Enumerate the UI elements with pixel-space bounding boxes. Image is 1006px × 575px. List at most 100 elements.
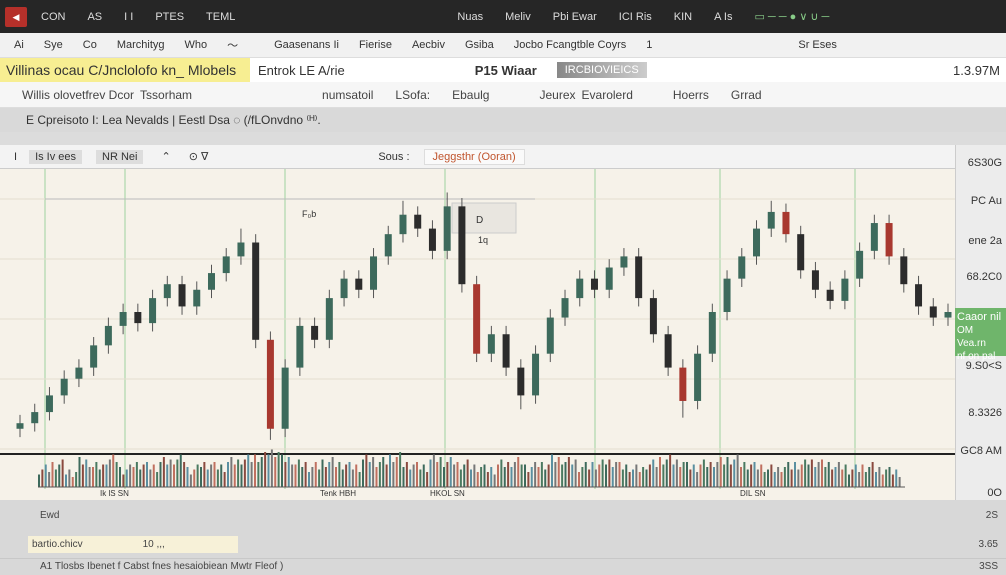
volume-bar	[412, 464, 415, 487]
panel-value: 3.65	[978, 538, 998, 550]
top-item[interactable]: ICI Ris	[619, 11, 652, 23]
top-item[interactable]: AS	[87, 11, 102, 23]
panel-value: 3SS	[979, 561, 998, 572]
volume-bar	[335, 467, 337, 487]
menu-item[interactable]: Gaasenans Ii	[274, 39, 339, 51]
volume-bar	[426, 472, 429, 487]
symbol-field[interactable]: Is Iv ees	[29, 149, 83, 164]
volume-bar	[743, 462, 746, 487]
volume-bar	[125, 469, 128, 487]
price-chart[interactable]: F₀b D 1q Ik lS SN Tenk HBH HKOL SN DIL S…	[0, 169, 955, 500]
volume-bar	[696, 472, 699, 487]
volume-bar	[443, 467, 445, 487]
app-logo-icon[interactable]: ◀	[5, 6, 27, 27]
top-item[interactable]: KIN	[674, 11, 692, 23]
settings-icon[interactable]: ⊙ ∇	[189, 150, 209, 163]
tool-item[interactable]: Grrad	[731, 88, 762, 102]
volume-bar	[449, 457, 452, 487]
volume-bar	[345, 464, 348, 487]
tool-item[interactable]: Willis olovetfrev Dcor	[22, 88, 134, 102]
candle-body	[370, 256, 378, 290]
menu-item[interactable]: Ai	[14, 39, 24, 51]
tool-item[interactable]: Evarolerd	[582, 88, 633, 102]
menu-item[interactable]: Gsiba	[465, 39, 494, 51]
volume-bar	[318, 469, 321, 487]
info-banner: Villinas ocau C/Jnclolofo kn_ Mlobels En…	[0, 58, 1006, 82]
top-item[interactable]: Pbi Ewar	[553, 11, 597, 23]
volume-bar	[493, 474, 496, 487]
menu-item[interactable]: 1	[646, 39, 652, 51]
top-item[interactable]: PTES	[155, 11, 184, 23]
volume-bar	[61, 459, 64, 487]
volume-bar	[591, 462, 594, 487]
volume-bar	[243, 459, 246, 487]
top-item[interactable]: I I	[124, 11, 133, 23]
volume-bar	[459, 469, 462, 487]
volume-bar	[378, 462, 381, 487]
price-label: ene 2a	[968, 235, 1002, 247]
wave-icon[interactable]: 〜	[227, 37, 238, 53]
volume-bar	[875, 472, 877, 487]
tool-item[interactable]: numsatoil	[322, 88, 373, 102]
menu-item[interactable]: Co	[83, 39, 97, 51]
timeframe-field[interactable]: NR Nei	[96, 149, 144, 164]
volume-bar	[402, 467, 405, 487]
volume-bar	[281, 454, 283, 487]
volume-bar	[723, 464, 726, 487]
panel-label: Ewd	[40, 509, 60, 521]
volume-bar	[800, 464, 803, 487]
tool-item[interactable]: Jeurex	[539, 88, 575, 102]
volume-bar	[355, 464, 358, 487]
volume-bar	[129, 464, 132, 487]
candle-body	[900, 256, 908, 285]
candle-body	[620, 256, 628, 268]
volume-bar	[486, 472, 489, 487]
menu-item[interactable]: Jocbo Fcangtble Coyrs	[514, 39, 627, 51]
volume-bar	[753, 462, 756, 487]
tool-item[interactable]: Hoerrs	[673, 88, 709, 102]
indicator-search-input[interactable]: Jeggsthr (Ooran)	[423, 148, 525, 165]
volume-bar	[773, 472, 776, 487]
menu-item[interactable]: Who	[185, 39, 208, 51]
top-item[interactable]: Meliv	[505, 11, 531, 23]
chart-annotation: 1q	[478, 235, 489, 245]
top-item[interactable]: A Is	[714, 11, 732, 23]
menu-item[interactable]: Sr Eses	[798, 39, 837, 51]
top-item[interactable]: Nuas	[457, 11, 483, 23]
volume-bar	[264, 452, 267, 487]
volume-bar	[135, 462, 138, 487]
candle-body	[546, 317, 554, 354]
window-controls-icon[interactable]: ▭ ─ ─ ● ∨ ∪ ─	[754, 10, 829, 23]
volume-bar	[436, 462, 439, 487]
menu-item[interactable]: Sye	[44, 39, 63, 51]
menu-item[interactable]: Fierise	[359, 39, 392, 51]
top-item[interactable]: CON	[41, 11, 65, 23]
candle-body	[561, 298, 569, 318]
tool-item[interactable]: LSofa:	[395, 88, 430, 102]
volume-bar	[831, 469, 834, 487]
volume-bar	[750, 464, 753, 487]
current-price-marker: Caaor nil OM Vea.rn nf on pal	[955, 308, 1006, 362]
volume-bar	[584, 462, 587, 487]
volume-bar	[659, 457, 661, 487]
panel-input[interactable]: bartio.chicv 10 ,,,	[28, 535, 238, 553]
volume-bar	[51, 462, 54, 487]
tool-item[interactable]: Ebaulg	[452, 88, 489, 102]
candle-body	[856, 250, 864, 279]
input-value: bartio.chicv	[32, 538, 83, 550]
price-label: 68.2C0	[966, 271, 1002, 283]
chart-index: I	[14, 150, 18, 163]
banner-item[interactable]: Entrok LE A/rie	[258, 63, 345, 78]
volume-bar	[189, 474, 192, 487]
menu-item[interactable]: Marchityg	[117, 39, 165, 51]
tool-item[interactable]: Tssorham	[140, 88, 192, 102]
candle-body	[782, 211, 790, 235]
volume-bar	[898, 477, 901, 487]
top-item[interactable]: TEML	[206, 11, 235, 23]
volume-bar	[709, 462, 712, 487]
up-arrow-icon[interactable]: ⌃	[161, 150, 170, 163]
volume-bar	[632, 469, 634, 487]
banner-item[interactable]: P15 Wiaar	[475, 63, 537, 78]
menu-item[interactable]: Aecbiv	[412, 39, 445, 51]
volume-bar	[58, 464, 61, 487]
